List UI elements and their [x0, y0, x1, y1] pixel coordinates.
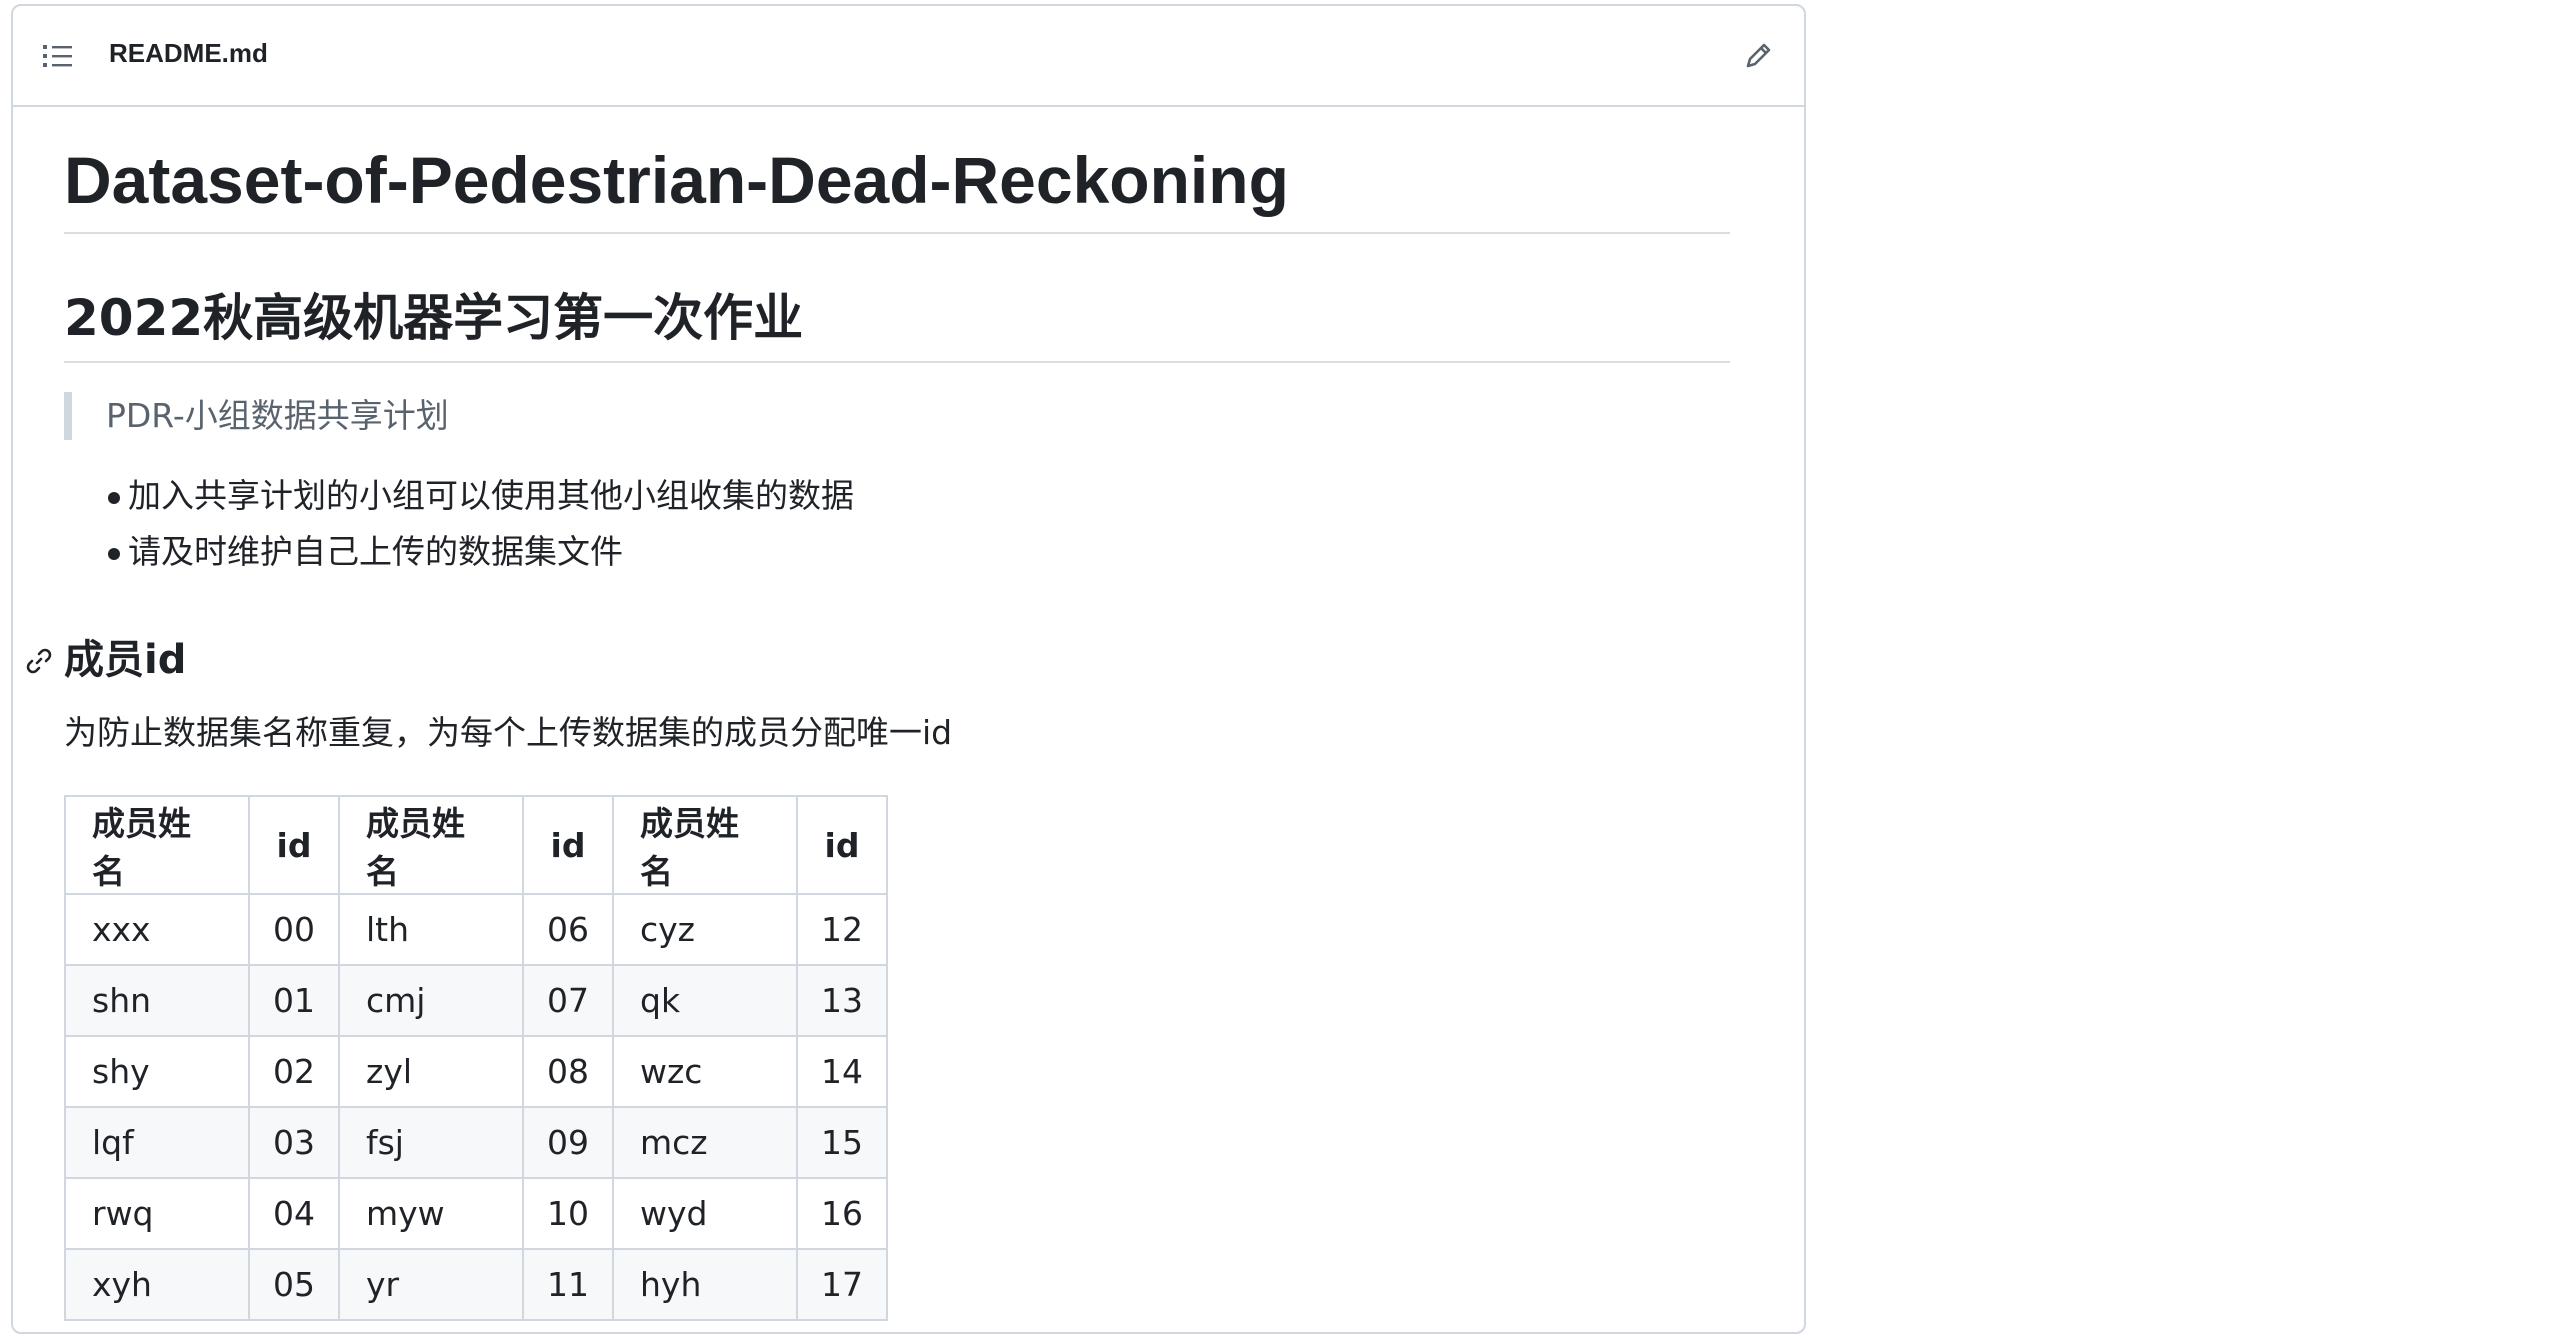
table-row: xxx 00 lth 06 cyz 12	[64, 893, 888, 966]
table-cell: 08	[522, 1035, 614, 1108]
table-cell: yr	[338, 1248, 524, 1321]
column-header: id	[796, 795, 888, 895]
column-header: id	[522, 795, 614, 895]
table-row: shn 01 cmj 07 qk 13	[64, 964, 888, 1037]
column-header: 成员姓名	[612, 795, 798, 895]
table-row: rwq 04 myw 10 wyd 16	[64, 1177, 888, 1250]
table-cell: wzc	[612, 1035, 798, 1108]
table-cell: 13	[796, 964, 888, 1037]
table-cell: 16	[796, 1177, 888, 1250]
file-name: README.md	[109, 38, 268, 68]
table-cell: lth	[338, 893, 524, 966]
table-cell: fsj	[338, 1106, 524, 1179]
link-icon[interactable]	[24, 646, 54, 676]
table-cell: 06	[522, 893, 614, 966]
assignment-heading: 2022秋高级机器学习第一次作业	[64, 285, 1730, 363]
readme-header: README.md	[13, 6, 1804, 107]
table-cell: 00	[248, 893, 340, 966]
table-cell: cyz	[612, 893, 798, 966]
table-cell: 07	[522, 964, 614, 1037]
list-item: 加入共享计划的小组可以使用其他小组收集的数据	[64, 468, 854, 524]
table-cell: 05	[248, 1248, 340, 1321]
table-cell: 12	[796, 893, 888, 966]
column-header: 成员姓名	[338, 795, 524, 895]
table-row: lqf 03 fsj 09 mcz 15	[64, 1106, 888, 1179]
table-cell: mcz	[612, 1106, 798, 1179]
section-description: 为防止数据集名称重复，为每个上传数据集的成员分配唯一id	[64, 713, 953, 752]
table-cell: 09	[522, 1106, 614, 1179]
page-title: Dataset-of-Pedestrian-Dead-Reckoning	[64, 140, 1730, 234]
member-id-table: 成员姓名 id 成员姓名 id 成员姓名 id xxx 00 lth 06 cy…	[64, 795, 888, 1321]
table-cell: qk	[612, 964, 798, 1037]
list-item: 请及时维护自己上传的数据集文件	[64, 524, 854, 580]
table-cell: xyh	[64, 1248, 250, 1321]
table-header-row: 成员姓名 id 成员姓名 id 成员姓名 id	[64, 795, 888, 895]
table-cell: 02	[248, 1035, 340, 1108]
table-cell: myw	[338, 1177, 524, 1250]
table-cell: wyd	[612, 1177, 798, 1250]
table-cell: shn	[64, 964, 250, 1037]
table-cell: 01	[248, 964, 340, 1037]
column-header: id	[248, 795, 340, 895]
table-cell: 14	[796, 1035, 888, 1108]
table-cell: rwq	[64, 1177, 250, 1250]
table-row: xyh 05 yr 11 hyh 17	[64, 1248, 888, 1321]
bullet-list: 加入共享计划的小组可以使用其他小组收集的数据 请及时维护自己上传的数据集文件	[64, 468, 854, 580]
table-cell: 17	[796, 1248, 888, 1321]
table-cell: 10	[522, 1177, 614, 1250]
table-cell: 15	[796, 1106, 888, 1179]
section-heading: 成员id	[64, 637, 187, 683]
list-unordered-icon[interactable]	[43, 43, 73, 69]
table-cell: xxx	[64, 893, 250, 966]
table-cell: 11	[522, 1248, 614, 1321]
table-cell: lqf	[64, 1106, 250, 1179]
table-cell: 03	[248, 1106, 340, 1179]
table-cell: 04	[248, 1177, 340, 1250]
table-cell: shy	[64, 1035, 250, 1108]
table-cell: cmj	[338, 964, 524, 1037]
blockquote: PDR-小组数据共享计划	[64, 392, 449, 440]
table-cell: hyh	[612, 1248, 798, 1321]
column-header: 成员姓名	[64, 795, 250, 895]
table-cell: zyl	[338, 1035, 524, 1108]
table-row: shy 02 zyl 08 wzc 14	[64, 1035, 888, 1108]
pencil-icon[interactable]	[1744, 40, 1774, 70]
